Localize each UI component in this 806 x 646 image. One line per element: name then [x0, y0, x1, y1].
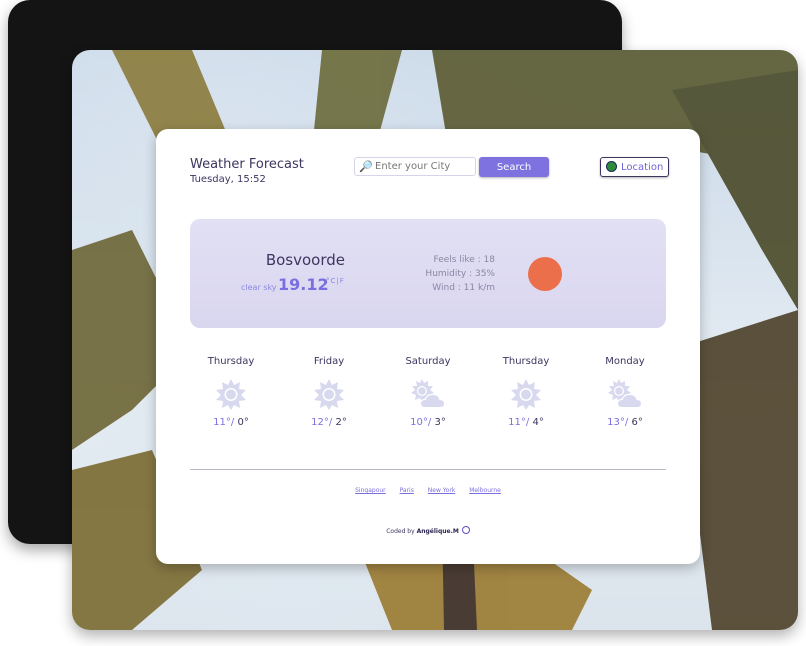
- forecast-day: Saturday 10°/ 3°: [388, 356, 468, 428]
- sun-icon: [486, 377, 566, 411]
- current-weather-panel: Bosvoorde clear sky 19.12 °C|F Feels lik…: [190, 219, 666, 328]
- author-link[interactable]: Angélique.M: [417, 528, 459, 535]
- sun-icon: [528, 257, 562, 291]
- weather-description: clear sky: [241, 283, 277, 292]
- globe-icon: [606, 161, 617, 172]
- partly-cloudy-icon: [585, 377, 665, 411]
- forecast-temps: 13°/ 6°: [585, 417, 665, 428]
- forecast-low: 0°: [237, 417, 249, 428]
- city-link-new-york[interactable]: New York: [428, 487, 455, 494]
- weather-app-card: Weather Forecast Tuesday, 15:52 🔎 Search…: [156, 129, 700, 564]
- magnifier-icon: 🔎: [359, 160, 373, 173]
- forecast-temps: 12°/ 2°: [289, 417, 369, 428]
- forecast-temps: 11°/ 0°: [191, 417, 271, 428]
- github-icon[interactable]: [461, 526, 470, 534]
- forecast-low: 4°: [532, 417, 544, 428]
- city-search-field[interactable]: 🔎: [354, 157, 476, 176]
- forecast-high: 13°/: [607, 417, 629, 428]
- forecast-low: 3°: [434, 417, 446, 428]
- city-link-singapour[interactable]: Singapour: [355, 487, 386, 494]
- feels-like: Feels like : 18: [433, 255, 495, 265]
- forecast-low: 6°: [631, 417, 643, 428]
- current-date: Tuesday, 15:52: [190, 174, 266, 185]
- partly-cloudy-icon: [388, 377, 468, 411]
- forecast-day-name: Thursday: [502, 356, 550, 367]
- coded-by-text: Coded by: [386, 528, 415, 535]
- forecast-day-name: Friday: [313, 356, 345, 367]
- forecast-day-name: Monday: [605, 356, 645, 367]
- forecast-high: 11°/: [213, 417, 235, 428]
- forecast-low: 2°: [335, 417, 347, 428]
- city-link-paris[interactable]: Paris: [400, 487, 414, 494]
- forecast-day: Monday 13°/ 6°: [585, 356, 665, 428]
- location-button-label: Location: [621, 161, 664, 173]
- quick-city-links: Singapour Paris New York Melbourne: [156, 487, 700, 494]
- forecast-high: 11°/: [508, 417, 530, 428]
- app-title: Weather Forecast: [190, 157, 304, 172]
- city-link-melbourne[interactable]: Melbourne: [469, 487, 501, 494]
- forecast-temps: 11°/ 4°: [486, 417, 566, 428]
- search-button[interactable]: Search: [479, 157, 549, 177]
- forecast-day-name: Thursday: [207, 356, 255, 367]
- city-search-input[interactable]: [375, 159, 471, 174]
- weather-details: Feels like : 18 Humidity : 35% Wind : 11…: [425, 253, 495, 295]
- footer-credit: Coded by Angélique.M: [156, 526, 700, 535]
- current-temperature: 19.12: [278, 275, 329, 294]
- forecast-high: 12°/: [311, 417, 333, 428]
- forecast-day: Thursday 11°/ 4°: [486, 356, 566, 428]
- sun-icon: [289, 377, 369, 411]
- sun-icon: [191, 377, 271, 411]
- location-button[interactable]: Location: [600, 157, 669, 177]
- unit-toggle[interactable]: °C|F: [326, 277, 345, 285]
- forecast-day: Friday 12°/ 2°: [289, 356, 369, 428]
- forecast-temps: 10°/ 3°: [388, 417, 468, 428]
- forecast-high: 10°/: [410, 417, 432, 428]
- wind: Wind : 11 k/m: [432, 283, 495, 293]
- forecast-day: Thursday 11°/ 0°: [191, 356, 271, 428]
- city-name: Bosvoorde: [265, 251, 345, 269]
- divider: [190, 469, 666, 470]
- humidity: Humidity : 35%: [425, 269, 495, 279]
- forecast-day-name: Saturday: [405, 356, 451, 367]
